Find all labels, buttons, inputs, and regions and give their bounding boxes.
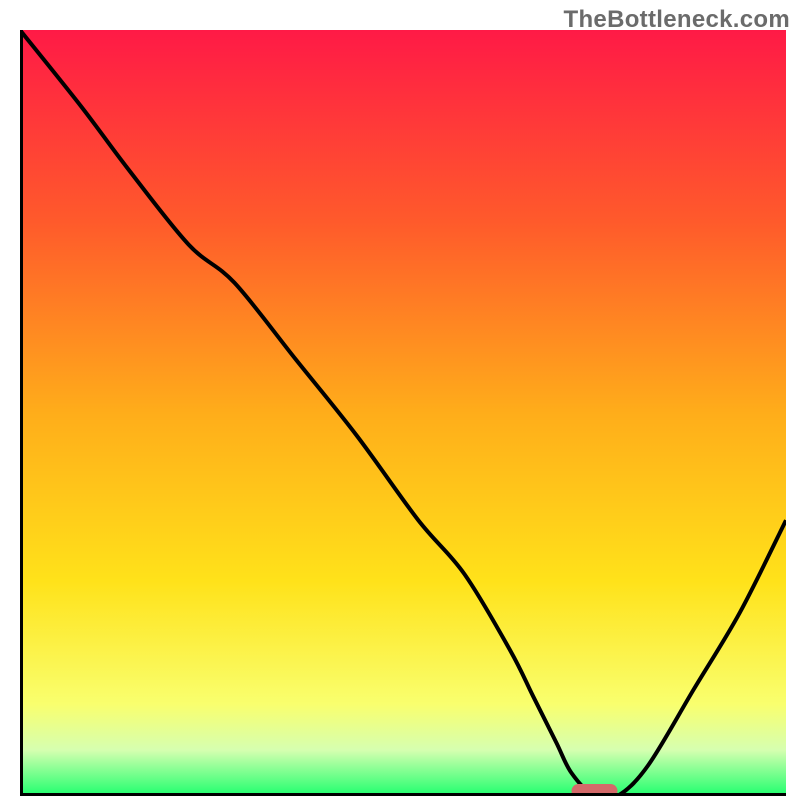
bottleneck-chart	[20, 30, 786, 796]
heat-background	[20, 30, 786, 796]
chart-container: TheBottleneck.com	[0, 0, 800, 800]
